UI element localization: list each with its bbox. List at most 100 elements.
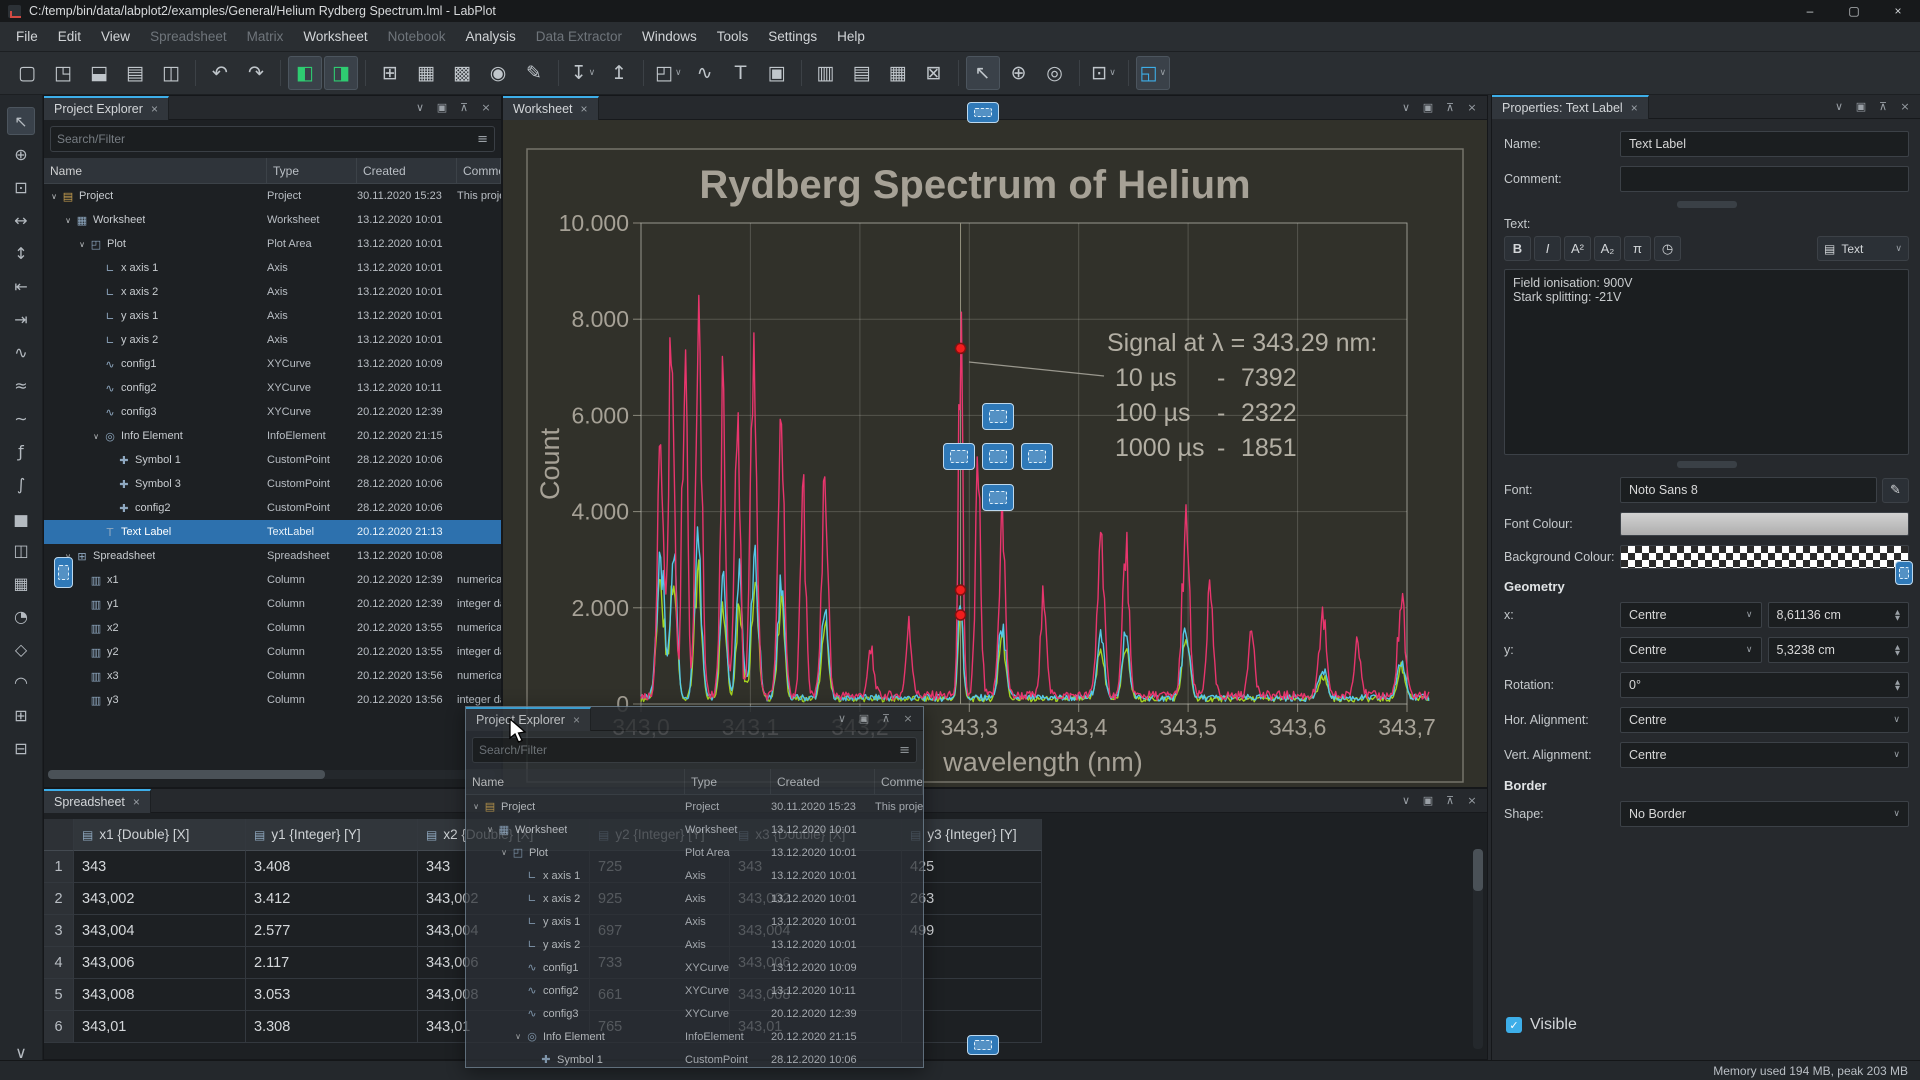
tree-row-config3[interactable]: ∿config3XYCurve20.12.2020 12:39 (466, 1002, 923, 1025)
add-interpolation-tool[interactable]: ≈ (7, 371, 35, 399)
add-xy-curve-button[interactable]: ∿ (688, 56, 722, 90)
tree-row-y2[interactable]: ▥y2Column20.12.2020 13:55integer da (44, 640, 501, 664)
dock-pin-icon[interactable]: ⊼ (1441, 99, 1459, 117)
tab-project-explorer[interactable]: Project Explorer × (44, 96, 169, 120)
font-colour-swatch[interactable] (1620, 512, 1909, 536)
name-field[interactable]: Text Label (1620, 131, 1909, 157)
tree-row-y-axis-1[interactable]: ∟y axis 1Axis13.12.2020 10:01 (44, 304, 501, 328)
tree-row-info-element[interactable]: ∨◎Info ElementInfoElement20.12.2020 21:1… (44, 424, 501, 448)
print-preview-button[interactable]: ◫ (154, 56, 188, 90)
column-header-comment[interactable]: Comment (875, 769, 923, 794)
expander-icon[interactable]: ∨ (62, 216, 74, 225)
cell[interactable]: 3.308 (246, 1011, 418, 1043)
minimize-button[interactable]: – (1788, 0, 1832, 22)
dropdown-arrow-icon[interactable]: ∨ (1109, 68, 1116, 78)
dock-menu-icon[interactable]: ∨ (833, 710, 851, 728)
tree-row-x-axis-1[interactable]: ∟x axis 1Axis13.12.2020 10:01 (466, 864, 923, 887)
expander-icon[interactable]: ∨ (48, 192, 60, 201)
column-header-created[interactable]: Created (771, 769, 875, 794)
crosshair-mode-button[interactable]: ⊕ (1002, 56, 1036, 90)
new-project-button[interactable]: ▢ (10, 56, 44, 90)
vertical-layout-button[interactable]: ▥ (809, 56, 843, 90)
info-element-marker[interactable] (956, 343, 966, 353)
add-matrix-tool[interactable]: ▦ (7, 569, 35, 597)
tree-row-x1[interactable]: ▥x1Column20.12.2020 12:39numerical (44, 568, 501, 592)
toggle-properties-explorer-button[interactable]: ◨ (324, 56, 358, 90)
zoom-select-button[interactable]: ◱∨ (1136, 56, 1171, 90)
label-text-editor[interactable]: Field ionisation: 900V Stark splitting: … (1504, 269, 1909, 455)
add-integration-tool[interactable]: ∫ (7, 470, 35, 498)
spreadsheet-column-header[interactable]: ▤y1 {Integer} [Y] (246, 819, 418, 851)
tree-row-config2[interactable]: ∿config2XYCurve13.12.2020 10:11 (466, 979, 923, 1002)
column-header-type[interactable]: Type (685, 769, 771, 794)
tab-worksheet[interactable]: Worksheet × (503, 96, 599, 120)
expander-icon[interactable]: ∨ (484, 825, 496, 834)
filter-icon[interactable]: ≡ (477, 132, 488, 147)
close-button[interactable]: × (1876, 0, 1920, 22)
zoom-y-tool[interactable]: ↕ (7, 239, 35, 267)
tab-spreadsheet[interactable]: Spreadsheet × (44, 789, 151, 813)
tree-row-spreadsheet[interactable]: ∨⊞SpreadsheetSpreadsheet13.12.2020 10:08 (44, 544, 501, 568)
expander-icon[interactable]: ∨ (76, 240, 88, 249)
rotation-spinbox[interactable]: 0° ▲▼ (1620, 672, 1909, 698)
dock-close-icon[interactable]: × (1463, 99, 1481, 117)
subscript-button[interactable]: A₂ (1594, 236, 1621, 261)
menu-analysis[interactable]: Analysis (455, 25, 525, 48)
comment-field[interactable] (1620, 166, 1909, 192)
search-input[interactable] (57, 132, 477, 146)
tree-row-x-axis-1[interactable]: ∟x axis 1Axis13.12.2020 10:01 (44, 256, 501, 280)
font-edit-button[interactable]: ✎ (1882, 478, 1909, 503)
tree-row-config3[interactable]: ∿config3XYCurve20.12.2020 12:39 (44, 400, 501, 424)
cell[interactable]: 343,008 (74, 979, 246, 1011)
y-position-spinbox[interactable]: 5,3238 cm ▲▼ (1768, 637, 1910, 663)
new-notebook-button[interactable]: ✎ (517, 56, 551, 90)
row-number[interactable]: 3 (44, 915, 74, 947)
tree-row-text-label[interactable]: TText LabelTextLabel20.12.2020 21:13 (44, 520, 501, 544)
ghost-tab-project-explorer[interactable]: Project Explorer × (466, 707, 591, 731)
filter-icon[interactable]: ≡ (899, 743, 910, 758)
dropdown-arrow-icon[interactable]: ∨ (675, 68, 682, 78)
column-header-name[interactable]: Name (466, 769, 685, 794)
add-boxplot-tool[interactable]: ◫ (7, 536, 35, 564)
info-element-marker[interactable] (956, 585, 966, 595)
tree-row-config1[interactable]: ∿config1XYCurve13.12.2020 10:09 (466, 956, 923, 979)
select-region-button[interactable]: ⊡∨ (1087, 56, 1121, 90)
toggle-project-explorer-button[interactable]: ◧ (288, 56, 322, 90)
dock-menu-icon[interactable]: ∨ (411, 99, 429, 117)
column-header-name[interactable]: Name (44, 158, 267, 183)
dock-float-icon[interactable]: ▣ (1852, 98, 1870, 116)
tree-row-worksheet[interactable]: ∨▦WorksheetWorksheet13.12.2020 10:01 (466, 818, 923, 841)
add-curve-tool[interactable]: ∿ (7, 338, 35, 366)
x-position-spinbox[interactable]: 8,61136 cm ▲▼ (1768, 602, 1910, 628)
vertical-scrollbar[interactable] (1473, 849, 1483, 1049)
tree-row-symbol-3[interactable]: ✚Symbol 3CustomPoint28.12.2020 10:06 (44, 472, 501, 496)
menu-worksheet[interactable]: Worksheet (293, 25, 377, 48)
redo-button[interactable]: ↷ (239, 56, 273, 90)
tree-row-symbol-1[interactable]: ✚Symbol 1CustomPoint28.12.2020 10:06 (466, 1048, 923, 1068)
remove-tool[interactable]: ⊟ (7, 734, 35, 762)
tab-close-icon[interactable]: × (133, 795, 140, 809)
grid-layout-button[interactable]: ▦ (881, 56, 915, 90)
menu-help[interactable]: Help (827, 25, 875, 48)
hor-alignment-select[interactable]: Centre∨ (1620, 707, 1909, 733)
break-layout-button[interactable]: ⊠ (917, 56, 951, 90)
tree-row-info-element[interactable]: ∨◎Info ElementInfoElement20.12.2020 21:1… (466, 1025, 923, 1048)
row-number[interactable]: 5 (44, 979, 74, 1011)
italic-button[interactable]: I (1534, 236, 1561, 261)
row-number[interactable]: 1 (44, 851, 74, 883)
row-number[interactable]: 4 (44, 947, 74, 979)
menu-file[interactable]: File (6, 25, 48, 48)
import-data-button[interactable]: ↧∨ (566, 56, 600, 90)
menu-settings[interactable]: Settings (758, 25, 827, 48)
border-shape-select[interactable]: No Border∨ (1620, 801, 1909, 827)
column-header-created[interactable]: Created (357, 158, 457, 183)
dock-menu-icon[interactable]: ∨ (1830, 98, 1848, 116)
vert-alignment-select[interactable]: Centre∨ (1620, 742, 1909, 768)
datetime-button[interactable]: ◷ (1654, 236, 1681, 261)
expander-icon[interactable]: ∨ (512, 1032, 524, 1041)
undo-button[interactable]: ↶ (203, 56, 237, 90)
cell[interactable]: 3.412 (246, 883, 418, 915)
add-smooth-tool[interactable]: ∼ (7, 404, 35, 432)
background-colour-swatch[interactable] (1620, 545, 1909, 569)
x-anchor-select[interactable]: Centre∨ (1620, 602, 1762, 628)
